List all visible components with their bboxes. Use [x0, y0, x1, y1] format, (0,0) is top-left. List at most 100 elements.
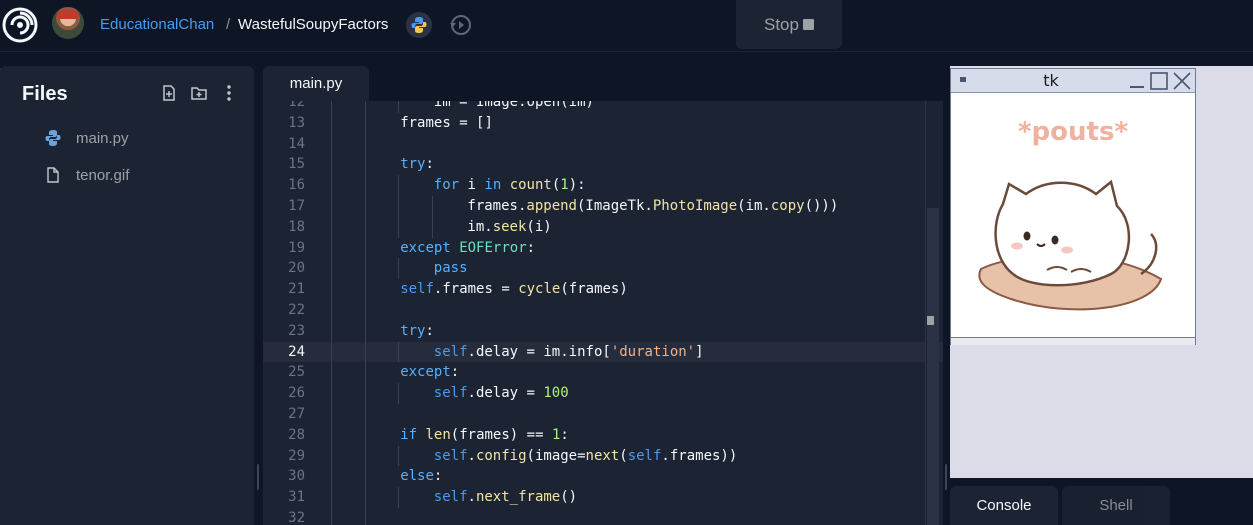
- code-line[interactable]: 31 self.next_frame(): [263, 487, 943, 508]
- indent-guide: [431, 216, 433, 238]
- replit-workspace: EducationalChan / WastefulSoupyFactors S…: [0, 0, 1253, 525]
- indent-guide: [398, 195, 400, 217]
- code-editor: main.py 12 im = Image.open(im) 13 frames = …: [263, 66, 943, 525]
- indent-guide: [331, 154, 332, 176]
- indent-guide: [364, 320, 366, 342]
- code-line[interactable]: 27: [263, 403, 943, 425]
- indent-guide: [331, 507, 332, 525]
- indent-guide: [398, 445, 400, 467]
- indent-guide: [398, 383, 400, 404]
- indent-guide: [331, 383, 332, 404]
- file-item-label: main.py: [76, 129, 129, 147]
- editor-scrollbar-thumb[interactable]: [927, 208, 939, 525]
- tk-window[interactable]: tk *pouts*: [950, 68, 1196, 345]
- user-avatar[interactable]: [52, 7, 84, 39]
- image-caption: *pouts*: [1018, 117, 1128, 147]
- new-file-icon[interactable]: [160, 84, 178, 102]
- maximize-icon[interactable]: [1149, 71, 1169, 91]
- file-item-label: tenor.gif: [76, 166, 130, 184]
- code-line[interactable]: 13 frames = []: [263, 112, 943, 134]
- tab-main-py[interactable]: main.py: [263, 66, 369, 101]
- tab-shell[interactable]: Shell: [1062, 486, 1170, 525]
- line-number: 27: [288, 405, 305, 422]
- line-number: 20: [288, 260, 305, 277]
- line-number: 24: [288, 343, 305, 360]
- breadcrumb-username[interactable]: EducationalChan: [100, 16, 214, 33]
- code-line[interactable]: 29 self.config(image=next(self.frames)): [263, 445, 943, 467]
- code-area[interactable]: 12 im = Image.open(im) 13 frames = [] 14 15 tr…: [263, 101, 943, 525]
- indent-guide: [398, 101, 400, 113]
- new-folder-icon[interactable]: [190, 84, 208, 102]
- code-line[interactable]: 23 try:: [263, 320, 943, 342]
- indent-guide: [331, 175, 332, 196]
- line-number: 25: [288, 364, 305, 381]
- python-language-icon[interactable]: [406, 12, 432, 38]
- breadcrumb-separator: /: [226, 16, 231, 33]
- line-number: 23: [288, 322, 305, 339]
- indent-guide: [364, 112, 366, 134]
- indent-guide: [331, 403, 332, 425]
- stop-button[interactable]: Stop: [736, 0, 842, 49]
- indent-guide: [398, 216, 400, 238]
- indent-guide: [331, 299, 332, 321]
- line-number: 15: [288, 156, 305, 173]
- indent-guide: [331, 320, 332, 342]
- files-resize-handle[interactable]: [257, 464, 259, 490]
- code-line[interactable]: 28 if len(frames) == 1:: [263, 424, 943, 446]
- indent-guide: [398, 258, 400, 280]
- stop-button-label: Stop: [764, 14, 799, 34]
- history-icon[interactable]: [448, 12, 474, 38]
- indent-guide: [364, 258, 366, 280]
- code-text: im.seek(i): [467, 218, 552, 235]
- code-line[interactable]: 12 im = Image.open(im): [263, 101, 943, 113]
- indent-guide: [331, 445, 332, 467]
- code-text: self.config(image=next(self.frames)): [433, 447, 738, 464]
- code-line[interactable]: 19 except EOFError:: [263, 237, 943, 259]
- indent-guide: [398, 341, 400, 363]
- code-lines: 12 im = Image.open(im) 13 frames = [] 14 15 tr…: [263, 101, 943, 525]
- close-icon[interactable]: [1172, 71, 1192, 91]
- tab-console[interactable]: Console: [950, 486, 1058, 525]
- file-icon: [47, 167, 59, 183]
- indent-guide: [331, 112, 332, 134]
- indent-guide: [364, 279, 366, 300]
- line-number: 14: [288, 135, 305, 152]
- code-line[interactable]: 26 self.delay = 100: [263, 383, 943, 404]
- code-line[interactable]: 25 except:: [263, 362, 943, 384]
- code-text: frames = []: [400, 114, 493, 131]
- file-item-main-py[interactable]: main.py: [0, 123, 254, 153]
- indent-guide: [331, 279, 332, 300]
- files-actions: [160, 84, 238, 102]
- code-line[interactable]: 14: [263, 133, 943, 155]
- line-number: 13: [288, 114, 305, 131]
- more-options-icon[interactable]: [220, 84, 238, 102]
- code-line[interactable]: 24 self.delay = im.info['duration']: [263, 341, 943, 363]
- indent-guide: [364, 383, 366, 404]
- code-text: self.delay = 100: [433, 385, 569, 402]
- indent-guide: [331, 424, 332, 446]
- code-text: for i in count(1):: [433, 177, 586, 194]
- code-line[interactable]: 21 self.frames = cycle(frames): [263, 279, 943, 300]
- indent-guide: [364, 487, 366, 508]
- indent-guide: [364, 445, 366, 467]
- breadcrumb-repl-name[interactable]: WastefulSoupyFactors: [238, 16, 388, 33]
- code-line[interactable]: 16 for i in count(1):: [263, 175, 943, 196]
- tk-window-titlebar[interactable]: tk: [951, 69, 1195, 93]
- code-line[interactable]: 18 im.seek(i): [263, 216, 943, 238]
- code-text: frames.append(ImageTk.PhotoImage(im.copy…: [467, 197, 839, 214]
- minimize-icon[interactable]: [1127, 71, 1147, 91]
- indent-guide: [364, 424, 366, 446]
- indent-guide: [364, 237, 366, 259]
- code-line[interactable]: 17 frames.append(ImageTk.PhotoImage(im.co…: [263, 195, 943, 217]
- code-text: else:: [400, 468, 443, 485]
- code-text: if len(frames) == 1:: [400, 426, 569, 443]
- indent-guide: [364, 101, 366, 113]
- replit-logo-icon[interactable]: [2, 7, 38, 43]
- code-line[interactable]: 22: [263, 299, 943, 321]
- file-item-tenor-gif[interactable]: tenor.gif: [0, 160, 254, 190]
- editor-resize-handle[interactable]: [945, 464, 947, 490]
- code-line[interactable]: 20 pass: [263, 258, 943, 280]
- code-line[interactable]: 15 try:: [263, 154, 943, 176]
- code-line[interactable]: 32: [263, 507, 943, 525]
- code-line[interactable]: 30 else:: [263, 466, 943, 488]
